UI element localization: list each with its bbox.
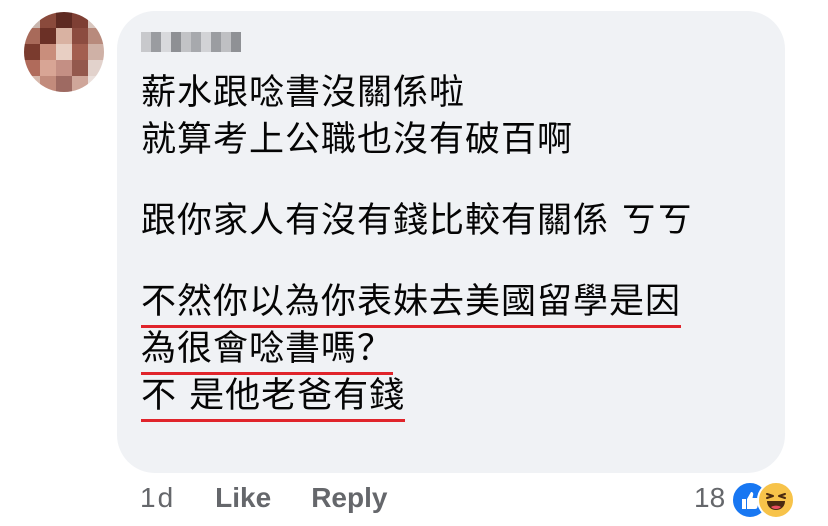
comment-line: 就算考上公職也沒有破百啊 [141,120,574,160]
underlined-line: 為很會唸書嗎？ [141,327,394,375]
like-button[interactable]: Like [215,482,271,514]
comment-blank-line [141,245,771,279]
comment-actions: 1d Like Reply [140,482,427,514]
haha-icon [757,481,796,519]
commenter-avatar[interactable] [24,12,104,92]
reply-button[interactable]: Reply [311,482,387,514]
comment-timestamp[interactable]: 1d [140,482,175,514]
comment-text: 薪水跟唸書沒關係啦 就算考上公職也沒有破百啊 跟你家人有沒有錢比較有關係 ㄎㄎ … [141,70,771,422]
underlined-line: 不 是他老爸有錢 [141,374,406,422]
reaction-count: 18 [694,482,726,513]
reaction-icons [731,478,801,519]
reaction-summary[interactable]: 18 [694,478,801,519]
comment-blank-line [141,164,771,198]
commenter-name-redacted[interactable] [141,32,241,52]
comment-line: 跟你家人有沒有錢比較有關係 ㄎㄎ [141,201,694,241]
underlined-line: 不然你以為你表妹去美國留學是因 [141,280,682,328]
comment-line: 薪水跟唸書沒關係啦 [141,73,466,113]
